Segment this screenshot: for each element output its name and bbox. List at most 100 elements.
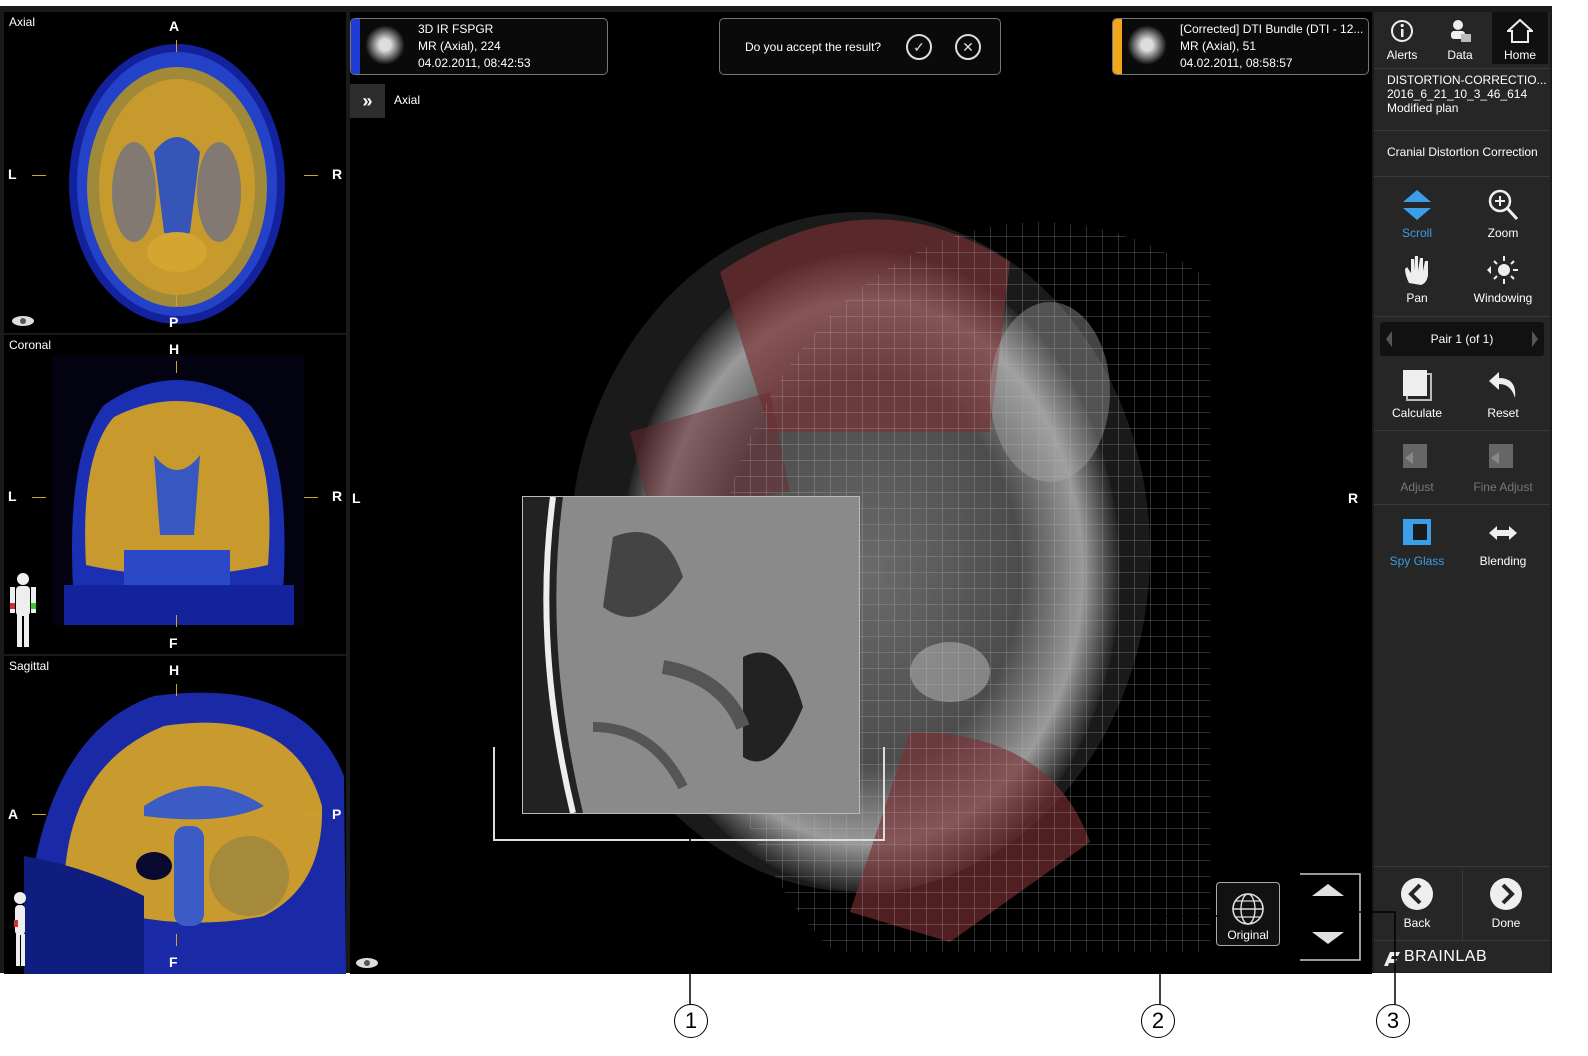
reference-series-date: 04.02.2011, 08:42:53 (418, 56, 531, 70)
divider (1374, 316, 1550, 317)
orientation-tick (304, 497, 318, 498)
chevron-left-icon (1401, 878, 1433, 910)
callout-2: 2 (1141, 1004, 1175, 1038)
windowing-label: Windowing (1473, 291, 1533, 305)
zoom-label: Zoom (1487, 226, 1519, 240)
accept-button[interactable]: ✓ (906, 34, 932, 60)
callout-3: 3 (1376, 1004, 1410, 1038)
slice-navigation (1298, 872, 1362, 962)
orientation-tick (176, 294, 177, 306)
pair-selector[interactable]: Pair 1 (of 1) (1380, 322, 1544, 356)
corrected-series-date: 04.02.2011, 08:58:57 (1180, 56, 1293, 70)
nav-home[interactable]: Home (1492, 12, 1548, 64)
reference-series-box[interactable]: 3D IR FSPGR MR (Axial), 224 04.02.2011, … (350, 18, 608, 75)
brightness-icon (1487, 256, 1518, 284)
orientation-tick (304, 175, 318, 176)
back-label: Back (1403, 916, 1431, 930)
orientation-tick (176, 684, 177, 696)
application-window: Axial A P L R Coronal H F L R Sagittal H… (0, 6, 1552, 974)
orientation-right: R (332, 166, 343, 182)
divider (1374, 430, 1550, 431)
home-icon (1507, 18, 1533, 43)
spy-glass-icon (1403, 519, 1431, 545)
pan-tool[interactable]: Pan (1374, 247, 1460, 307)
original-label: Original (1227, 928, 1269, 942)
scroll-down-icon[interactable] (1312, 932, 1344, 944)
orientation-bottom: F (169, 954, 178, 970)
divider (1374, 130, 1550, 131)
main-axial-view[interactable]: 3D IR FSPGR MR (Axial), 224 04.02.2011, … (350, 12, 1372, 974)
corrected-series-color (1113, 19, 1122, 74)
undo-icon (1489, 372, 1516, 398)
info-icon (1391, 20, 1413, 42)
main-brain-image (493, 12, 1372, 974)
zoom-tool[interactable]: Zoom (1460, 182, 1546, 242)
orientation-tick (32, 497, 46, 498)
reference-series-name: 3D IR FSPGR (418, 22, 494, 36)
plan-id: 2016_6_21_10_3_46_614 (1387, 87, 1528, 101)
fine-adjust-label: Fine Adjust (1473, 480, 1533, 494)
nav-data[interactable]: Data (1432, 12, 1488, 64)
reference-series-thumbnail (365, 25, 405, 65)
main-view-label: Axial (394, 93, 421, 107)
orientation-bottom: P (169, 314, 179, 330)
orientation-left: L (8, 488, 17, 504)
orientation-tick (176, 40, 177, 52)
spy-glass-image (523, 497, 859, 813)
spy-glass-tool[interactable]: Spy Glass (1374, 510, 1460, 570)
scroll-tool[interactable]: Scroll (1374, 182, 1460, 242)
nav-data-label: Data (1447, 48, 1473, 62)
orientation-right: R (332, 488, 343, 504)
axial-view[interactable]: Axial A P L R (4, 12, 346, 333)
reference-series-info: MR (Axial), 224 (418, 39, 501, 53)
brand-name: BRAINLAB (1404, 948, 1488, 965)
adjust-tool[interactable]: Adjust (1374, 436, 1460, 496)
reference-series-color (351, 19, 360, 74)
coronal-view[interactable]: Coronal H F L R (4, 333, 346, 654)
corrected-series-box[interactable]: [Corrected] DTI Bundle (DTI - 12... MR (… (1112, 18, 1369, 75)
nav-alerts[interactable]: Alerts (1374, 12, 1430, 64)
blending-label: Blending (1479, 554, 1527, 568)
task-title: Cranial Distortion Correction (1387, 145, 1538, 159)
original-toggle-button[interactable]: Original (1216, 882, 1280, 946)
orientation-top: H (169, 662, 180, 678)
orientation-tick (304, 814, 318, 815)
pan-label: Pan (1406, 291, 1428, 305)
orientation-tick (176, 615, 177, 627)
hand-icon (1405, 256, 1428, 285)
blending-tool[interactable]: Blending (1460, 510, 1546, 570)
divider (1374, 866, 1550, 867)
body-orientation-icon (10, 573, 36, 647)
nav-home-label: Home (1503, 48, 1536, 62)
calculate-label: Calculate (1391, 406, 1443, 420)
adjust-icon (1403, 444, 1427, 468)
calculate-tool[interactable]: Calculate (1374, 362, 1460, 422)
divider (1374, 68, 1550, 69)
back-button[interactable]: Back (1374, 870, 1460, 940)
chevron-right-icon (1490, 878, 1522, 910)
reset-tool[interactable]: Reset (1460, 362, 1546, 422)
scroll-up-icon[interactable] (1312, 884, 1344, 896)
corrected-series-name: [Corrected] DTI Bundle (DTI - 12... (1180, 22, 1364, 36)
view-label: Sagittal (9, 659, 50, 673)
orientation-left: A (8, 806, 19, 822)
chevron-right-icon[interactable] (1530, 329, 1540, 349)
windowing-tool[interactable]: Windowing (1460, 247, 1546, 307)
accept-prompt-text: Do you accept the result? (745, 40, 882, 54)
coronal-brain-image (52, 355, 304, 625)
done-button[interactable]: Done (1462, 870, 1549, 940)
orientation-tick (32, 814, 46, 815)
orientation-tick (176, 934, 177, 946)
orientation-tick (176, 361, 177, 373)
fine-adjust-tool[interactable]: Fine Adjust (1460, 436, 1546, 496)
done-label: Done (1491, 916, 1521, 930)
view-label: Coronal (9, 338, 52, 352)
reject-button[interactable]: ✕ (955, 34, 981, 60)
sagittal-view[interactable]: Sagittal H F A P (4, 654, 346, 974)
pair-label: Pair 1 (of 1) (1430, 332, 1494, 346)
sagittal-brain-image (24, 692, 346, 974)
spy-glass-window[interactable] (522, 496, 860, 814)
expand-views-button[interactable]: » (350, 84, 385, 118)
plan-info: DISTORTION-CORRECTIO... 2016_6_21_10_3_4… (1387, 73, 1547, 115)
view-orientation-icon (356, 958, 378, 968)
